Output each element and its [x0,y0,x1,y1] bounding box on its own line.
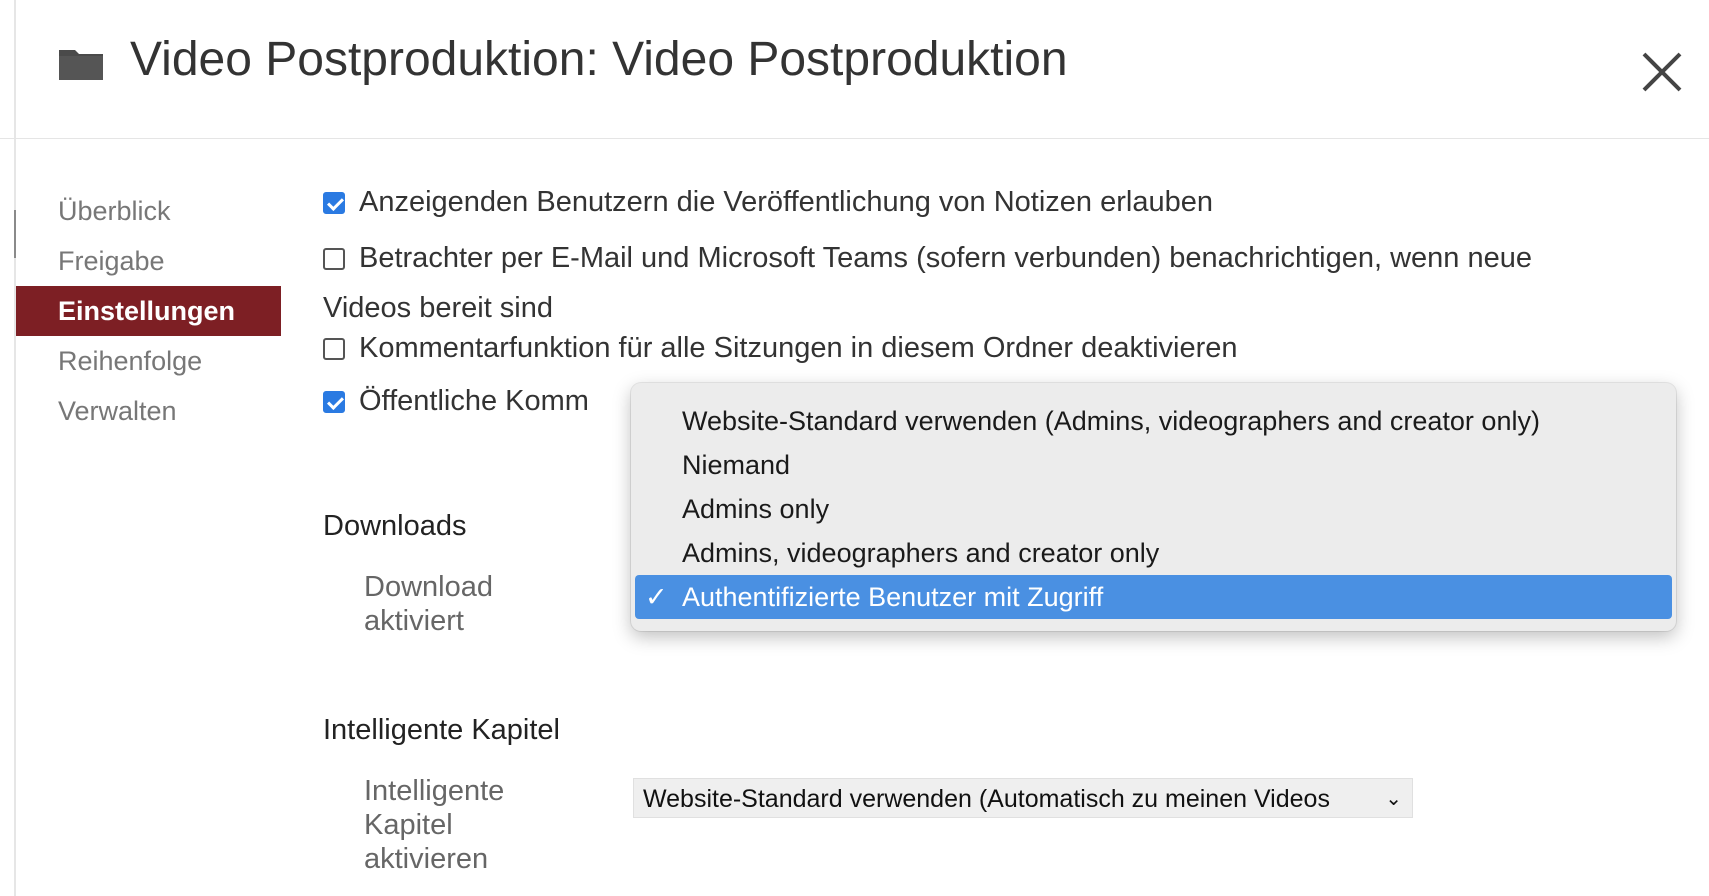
sidebar-item-verwalten[interactable]: Verwalten [16,386,281,436]
download-permission-dropdown: Website-Standard verwenden (Admins, vide… [631,383,1676,631]
dropdown-option-website-standard[interactable]: Website-Standard verwenden (Admins, vide… [635,399,1672,443]
notes-setting-row: Anzeigenden Benutzern die Veröffentlichu… [323,186,1213,219]
close-icon[interactable] [1640,50,1684,94]
smart-chapters-select-value: Website-Standard verwenden (Automatisch … [643,785,1330,813]
sidebar-item-freigabe[interactable]: Freigabe [16,236,281,286]
page-title: Video Postproduktion: Video Postprodukti… [130,33,1068,86]
dropdown-option-niemand[interactable]: Niemand [635,443,1672,487]
sidebar: Überblick Freigabe Einstellungen Reihenf… [16,186,281,436]
folder-icon [59,50,103,80]
public-comments-row: Öffentliche Komm [323,385,589,418]
smart-chapters-field-label: Intelligente Kapitel aktivieren [364,774,504,876]
smart-chapters-label-line2: Kapitel [364,809,453,841]
download-label-line2: aktiviert [364,605,464,637]
public-comments-label: Öffentliche Komm [359,385,589,417]
downloads-section-title: Downloads [323,510,467,542]
dropdown-option-label: Authentifizierte Benutzer mit Zugriff [682,582,1104,612]
notify-checkbox[interactable] [323,248,345,270]
smart-chapters-label-line3: aktivieren [364,843,489,875]
notify-label-line2: Videos bereit sind [323,292,554,324]
sidebar-item-ueberblick[interactable]: Überblick [16,186,281,236]
notes-label: Anzeigenden Benutzern die Veröffentlichu… [359,186,1213,218]
comments-disable-checkbox[interactable] [323,338,345,360]
sidebar-item-reihenfolge[interactable]: Reihenfolge [16,336,281,386]
comments-disable-label: Kommentarfunktion für alle Sitzungen in … [359,332,1238,364]
download-label-line1: Download [364,571,493,603]
notes-checkbox[interactable] [323,192,345,214]
public-comments-checkbox[interactable] [323,391,345,413]
sidebar-item-einstellungen[interactable]: Einstellungen [16,286,281,336]
smart-chapters-label-line1: Intelligente [364,775,505,807]
dialog-header: Video Postproduktion: Video Postprodukti… [0,0,1709,139]
notify-label-line1: Betrachter per E-Mail und Microsoft Team… [359,242,1532,274]
dropdown-option-authenticated-users[interactable]: ✓ Authentifizierte Benutzer mit Zugriff [635,575,1672,619]
dropdown-option-admins-videographers[interactable]: Admins, videographers and creator only [635,531,1672,575]
download-field-label: Download aktiviert [364,570,493,638]
notify-setting-row: Betrachter per E-Mail und Microsoft Team… [323,242,1532,275]
dropdown-option-admins-only[interactable]: Admins only [635,487,1672,531]
comments-disable-row: Kommentarfunktion für alle Sitzungen in … [323,332,1238,365]
chevron-down-icon: ⌄ [1385,788,1402,810]
checkmark-icon: ✓ [645,582,668,612]
smart-chapters-section-title: Intelligente Kapitel [323,714,560,746]
smart-chapters-select[interactable]: Website-Standard verwenden (Automatisch … [633,778,1413,818]
